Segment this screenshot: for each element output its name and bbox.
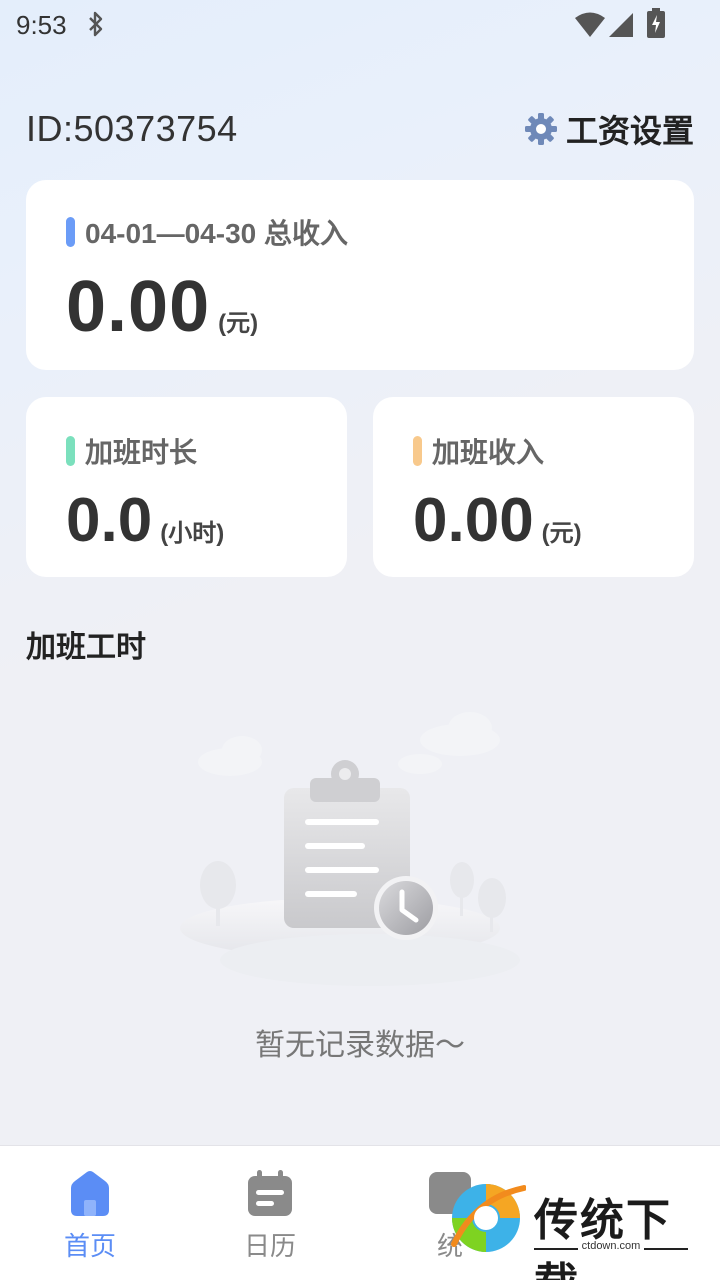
total-income-amount-row: 0.00 (元): [66, 266, 258, 348]
battery-charging-icon: [647, 8, 665, 38]
overtime-hours-title: 加班时长: [85, 437, 198, 468]
nav-item-home[interactable]: 首页: [30, 1168, 150, 1263]
overtime-hours-card: 加班时长 0.0 (小时): [26, 397, 347, 577]
overtime-income-unit: (元): [541, 520, 582, 547]
calendar-icon: [248, 1170, 292, 1216]
overtime-income-card: 加班收入 0.00 (元): [373, 397, 694, 577]
user-id: ID:50373754: [26, 108, 238, 149]
wifi-icon: [575, 12, 605, 37]
overtime-income-value-row: 0.00 (元): [413, 485, 582, 556]
salary-settings-button[interactable]: 工资设置: [524, 106, 694, 152]
title-marker: [66, 436, 75, 466]
total-income-period: 04-01—04-30 总收入: [85, 218, 349, 249]
overtime-income-value: 0.00: [413, 486, 534, 555]
gear-icon: [525, 113, 557, 145]
overtime-section-title: 加班工时: [26, 631, 146, 664]
title-marker: [66, 217, 75, 247]
overtime-hours-title-row: 加班时长: [66, 431, 197, 471]
total-income-card: 04-01—04-30 总收入 0.00 (元): [26, 180, 694, 370]
bluetooth-icon: [89, 11, 103, 37]
overtime-income-title-row: 加班收入: [413, 431, 544, 471]
watermark-logo: [451, 1184, 526, 1252]
watermark-brand: 传统下载: [534, 1196, 672, 1280]
total-income-value: 0.00: [66, 267, 211, 347]
status-time: 9:53: [16, 10, 67, 40]
watermark-domain: ctdown.com: [581, 1240, 641, 1252]
overtime-hours-unit: (小时): [160, 520, 225, 547]
overtime-hours-value-row: 0.0 (小时): [66, 485, 224, 556]
signal-icon: [609, 13, 633, 37]
title-marker: [413, 436, 422, 466]
overtime-hours-value: 0.0: [66, 486, 153, 555]
empty-state-text: 暂无记录数据～: [255, 1029, 465, 1062]
status-bar: 9:53: [0, 0, 720, 50]
empty-clipboard-illustration: [180, 712, 520, 986]
total-income-title-row: 04-01—04-30 总收入: [66, 212, 348, 252]
nav-item-calendar[interactable]: 日历: [210, 1168, 330, 1263]
home-icon: [71, 1171, 109, 1216]
salary-settings-label: 工资设置: [566, 113, 695, 149]
watermark: 传统下载 ctdown.com: [446, 1178, 696, 1280]
overtime-income-title: 加班收入: [432, 437, 545, 468]
total-income-unit: (元): [218, 310, 259, 337]
nav-label-home: 首页: [63, 1231, 116, 1261]
nav-label-calendar: 日历: [243, 1231, 296, 1261]
